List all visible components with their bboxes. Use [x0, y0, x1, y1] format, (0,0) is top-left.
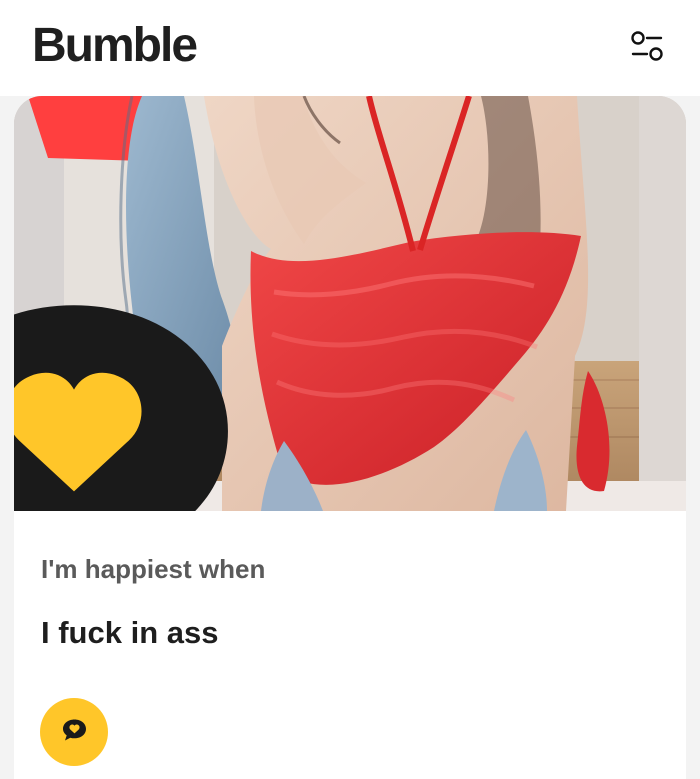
photo-comment-button[interactable]: [14, 304, 228, 511]
filter-button[interactable]: [626, 26, 668, 68]
profile-photo: [14, 96, 686, 511]
filter-sliders-icon: [630, 29, 664, 66]
top-bar: Bumble: [0, 0, 700, 96]
comment-bubble-icon: [59, 715, 90, 749]
comment-bubble-icon: [14, 245, 410, 511]
prompt-answer: I fuck in ass: [41, 615, 219, 650]
prompt-question: I'm happiest when: [41, 554, 266, 584]
bumble-profile-screen: Bumble I'm happiest when I fuck in ass: [0, 0, 700, 779]
answer-comment-button[interactable]: [40, 698, 108, 766]
brand-title: Bumble: [32, 19, 198, 72]
profile-card: I'm happiest when I fuck in ass: [14, 96, 686, 779]
